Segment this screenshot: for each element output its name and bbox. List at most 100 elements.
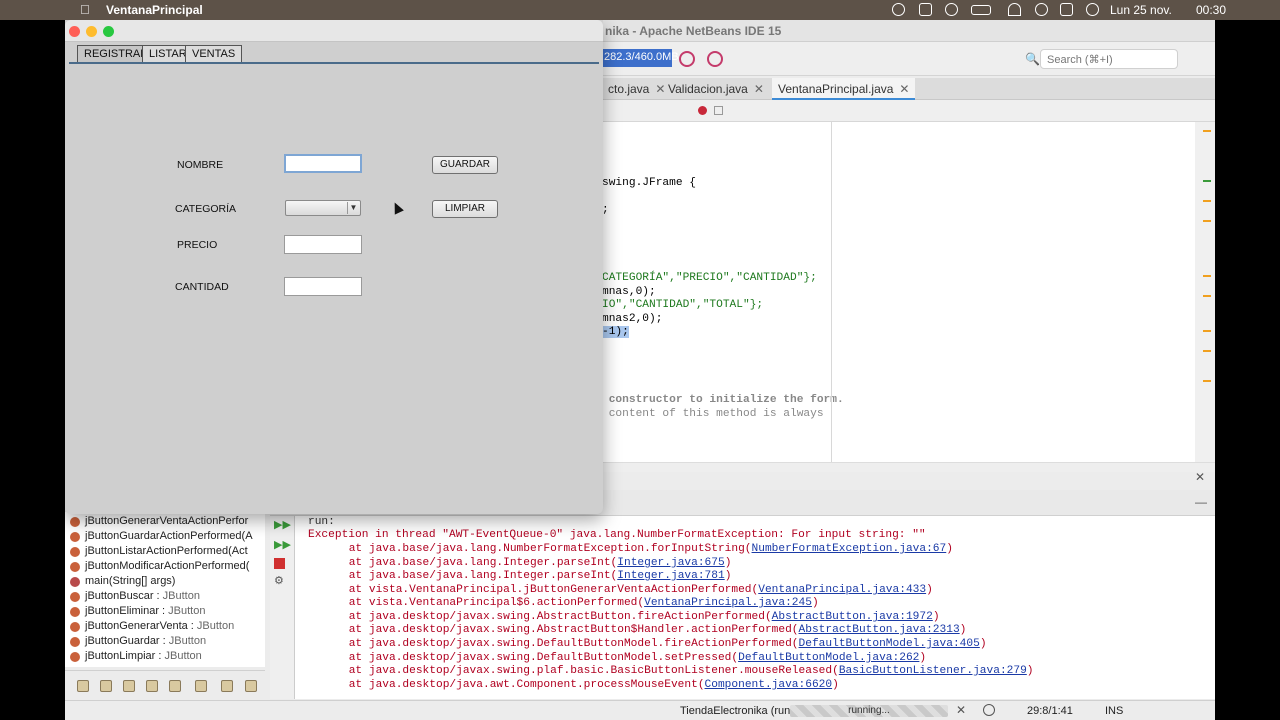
error-stripe-mark[interactable] (1203, 220, 1211, 222)
stop-icon[interactable] (274, 558, 285, 569)
settings-icon[interactable]: ⚙ (274, 576, 287, 587)
console-line: −Exception in thread "AWT-EventQueue-0" … (295, 529, 926, 541)
chevron-down-icon[interactable]: ▼ (347, 202, 359, 214)
status-project[interactable]: TiendaElectronika (run) (680, 705, 794, 717)
console-line: run: (308, 516, 335, 528)
zoom-window-button[interactable] (103, 26, 114, 37)
stack-link[interactable]: Component.java:6620 (705, 679, 833, 691)
editor-error-stripe[interactable] (1195, 122, 1215, 462)
filter-icon[interactable] (123, 680, 135, 692)
mouse-pointer-icon (390, 200, 404, 215)
close-icon[interactable]: ✕ (899, 82, 909, 96)
categoria-combobox[interactable]: ▼ (285, 200, 361, 216)
precio-field[interactable] (284, 235, 362, 254)
filter-icon[interactable] (77, 680, 89, 692)
minimize-window-button[interactable] (86, 26, 97, 37)
close-icon[interactable]: ✕ (754, 82, 764, 96)
navigator-item[interactable]: jButtonLimpiar : JButton (85, 650, 202, 662)
error-stripe-mark[interactable] (1203, 200, 1211, 202)
notifications-icon[interactable] (983, 704, 995, 716)
navigator-item[interactable]: jButtonModificarActionPerformed( (85, 560, 249, 572)
code-line: mnas2,0); (602, 313, 663, 325)
editor-tabs: cto.java ✕ Validacion.java ✕ VentanaPrinci… (602, 78, 1215, 100)
limpiar-button[interactable]: LIMPIAR (432, 200, 498, 218)
stop-macro-icon[interactable] (714, 106, 723, 115)
filter-icon[interactable] (169, 680, 181, 692)
tab-validacion-java[interactable]: Validacion.java ✕ (662, 78, 770, 100)
stack-link[interactable]: AbstractButton.java:2313 (799, 624, 960, 636)
stack-link[interactable]: VentanaPrincipal.java:245 (644, 597, 812, 609)
close-icon[interactable]: ✕ (1195, 470, 1205, 484)
guardar-button[interactable]: GUARDAR (432, 156, 498, 174)
code-comment: content of this method is always (602, 408, 824, 420)
code-editor[interactable]: swing.JFrame { ; CATEGORÍA","PRECIO","CA… (602, 122, 1195, 462)
profile-icon[interactable] (707, 51, 723, 67)
error-stripe-mark[interactable] (1203, 330, 1211, 332)
stack-link[interactable]: BasicButtonListener.java:279 (839, 665, 1027, 677)
field-type: JButton (164, 650, 202, 662)
error-stripe-mark[interactable] (1203, 275, 1211, 277)
stack-link[interactable]: VentanaPrincipal.java:433 (758, 584, 926, 596)
record-icon[interactable] (892, 3, 905, 16)
tab-ventanaprincipal-java[interactable]: VentanaPrincipal.java ✕ (772, 78, 916, 100)
drive-icon[interactable] (919, 3, 932, 16)
error-stripe-mark[interactable] (1203, 350, 1211, 352)
navigator-item[interactable]: jButtonGuardarActionPerformed(A (85, 530, 253, 542)
error-stripe-mark[interactable] (1203, 295, 1211, 297)
stack-link[interactable]: DefaultButtonModel.java:405 (799, 638, 980, 650)
filter-icon[interactable] (245, 680, 257, 692)
tab-cto-java[interactable]: cto.java ✕ (602, 78, 671, 100)
navigator-item[interactable]: jButtonBuscar : JButton (85, 590, 200, 602)
stack-line: at java.base/java.lang.Integer.parseInt(… (295, 570, 732, 582)
active-app-name[interactable]: VentanaPrincipal (106, 3, 203, 17)
gc-icon[interactable] (679, 51, 695, 67)
navigator-item[interactable]: jButtonGuardar : JButton (85, 635, 206, 647)
stack-link[interactable]: Integer.java:675 (617, 557, 724, 569)
rerun-icon[interactable]: ▶▶ (274, 520, 291, 531)
navigator-panel: jButtonGenerarVentaActionPerfor jButtonG… (65, 512, 265, 667)
apple-menu-icon[interactable]:  (80, 2, 90, 17)
siri-icon[interactable] (1086, 3, 1099, 16)
memory-indicator[interactable]: 282.3/460.0MB (602, 49, 679, 67)
play-icon[interactable] (945, 3, 958, 16)
nombre-field[interactable] (284, 154, 362, 173)
menubar-date: Lun 25 nov. (1110, 3, 1172, 17)
cantidad-field[interactable] (284, 277, 362, 296)
minimize-icon[interactable]: — (1195, 495, 1207, 509)
navigator-item[interactable]: jButtonEliminar : JButton (85, 605, 205, 617)
record-macro-icon[interactable] (698, 106, 707, 115)
navigator-item[interactable]: main(String[] args) (85, 575, 175, 587)
tab-label: VentanaPrincipal.java (778, 82, 894, 96)
close-window-button[interactable] (69, 26, 80, 37)
navigator-item[interactable]: jButtonGenerarVenta : JButton (85, 620, 234, 632)
error-stripe-mark[interactable] (1203, 130, 1211, 132)
control-center-icon[interactable] (1060, 3, 1073, 16)
tab-ventas[interactable]: VENTAS (185, 45, 243, 63)
error-stripe-mark[interactable] (1203, 180, 1211, 182)
filter-icon[interactable] (221, 680, 233, 692)
navigator-item[interactable]: jButtonGenerarVentaActionPerfor (85, 515, 248, 527)
error-stripe-mark[interactable] (1203, 380, 1211, 382)
filter-icon[interactable] (100, 680, 112, 692)
wifi-icon[interactable] (1008, 3, 1021, 16)
stack-link[interactable]: Integer.java:781 (617, 570, 724, 582)
stack-link[interactable]: AbstractButton.java:1972 (772, 611, 933, 623)
filter-icon[interactable] (195, 680, 207, 692)
rerun-different-icon[interactable]: ▶▶ (274, 540, 291, 551)
stack-link[interactable]: NumberFormatException.java:67 (752, 543, 947, 555)
ide-search-input[interactable]: Search (⌘+I) (1040, 49, 1178, 69)
search-icon[interactable] (1035, 3, 1048, 16)
macos-menubar:  VentanaPrincipal Lun 25 nov. 00:30 (0, 0, 1280, 20)
field-type: JButton (196, 620, 235, 632)
stack-line: at vista.VentanaPrincipal.jButtonGenerar… (295, 584, 933, 596)
navigator-item[interactable]: jButtonListarActionPerformed(Act (85, 545, 248, 557)
output-console[interactable]: run: −Exception in thread "AWT-EventQueu… (295, 516, 1215, 699)
battery-icon[interactable] (971, 5, 991, 15)
editor-horizontal-scrollbar[interactable] (602, 462, 1215, 472)
right-margin-guide (831, 122, 832, 462)
cancel-run-icon[interactable]: ✕ (956, 703, 966, 717)
label-categoria: CATEGORÍA (175, 203, 237, 215)
window-titlebar[interactable] (65, 20, 603, 42)
filter-icon[interactable] (146, 680, 158, 692)
stack-link[interactable]: DefaultButtonModel.java:262 (738, 652, 919, 664)
